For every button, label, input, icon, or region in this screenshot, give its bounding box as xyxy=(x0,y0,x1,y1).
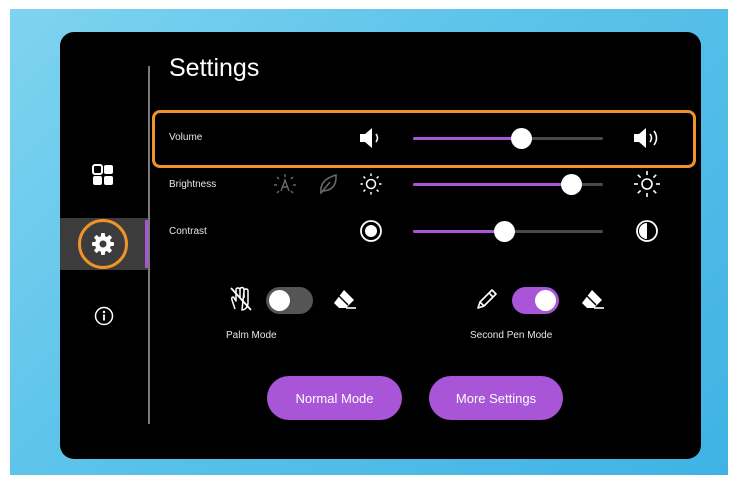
pen-icon xyxy=(474,286,500,312)
brightness-label: Brightness xyxy=(169,179,217,190)
contrast-slider-fill xyxy=(413,230,505,233)
volume-label: Volume xyxy=(169,132,203,143)
brightness-slider-thumb[interactable] xyxy=(560,174,582,195)
auto-brightness-icon xyxy=(274,174,296,194)
apps-grid-icon xyxy=(92,164,113,185)
info-icon xyxy=(94,306,114,326)
sidebar-item-apps[interactable] xyxy=(88,160,118,190)
contrast-high-icon xyxy=(636,220,658,242)
sidebar-item-info[interactable] xyxy=(93,305,115,327)
brightness-slider[interactable] xyxy=(413,174,603,195)
palm-mode-toggle-knob xyxy=(269,290,290,311)
volume-slider-fill xyxy=(413,137,522,140)
leaf-icon xyxy=(320,174,337,195)
palm-icon xyxy=(228,285,254,313)
speaker-low-icon xyxy=(360,128,379,148)
second-pen-mode-label: Second Pen Mode xyxy=(470,330,553,341)
palm-mode-toggle[interactable] xyxy=(266,287,313,314)
contrast-low-icon xyxy=(360,220,382,242)
brightness-slider-fill xyxy=(413,183,571,186)
sun-low-icon xyxy=(360,173,382,195)
contrast-label: Contrast xyxy=(169,226,207,237)
volume-slider[interactable] xyxy=(413,128,603,149)
sun-high-icon xyxy=(634,171,660,197)
eraser-icon xyxy=(578,287,606,311)
settings-callout-circle xyxy=(78,219,128,269)
contrast-slider[interactable] xyxy=(413,221,603,242)
volume-max-button[interactable] xyxy=(632,126,664,150)
second-pen-mode-toggle[interactable] xyxy=(512,287,559,314)
contrast-max-button[interactable] xyxy=(635,219,659,243)
brightness-min-button[interactable] xyxy=(359,172,383,196)
more-settings-button[interactable]: More Settings xyxy=(429,376,563,420)
sidebar-divider xyxy=(148,66,150,424)
page-title: Settings xyxy=(169,54,260,82)
brightness-max-button[interactable] xyxy=(633,170,661,198)
eraser-icon xyxy=(330,287,358,311)
palm-mode-label: Palm Mode xyxy=(226,330,277,341)
second-pen-mode-toggle-knob xyxy=(535,290,556,311)
normal-mode-button[interactable]: Normal Mode xyxy=(267,376,402,420)
volume-min-button[interactable] xyxy=(358,127,384,149)
eco-mode-button[interactable] xyxy=(317,172,339,196)
auto-brightness-button[interactable] xyxy=(272,173,298,197)
contrast-min-button[interactable] xyxy=(359,219,383,243)
speaker-high-icon xyxy=(634,128,658,148)
